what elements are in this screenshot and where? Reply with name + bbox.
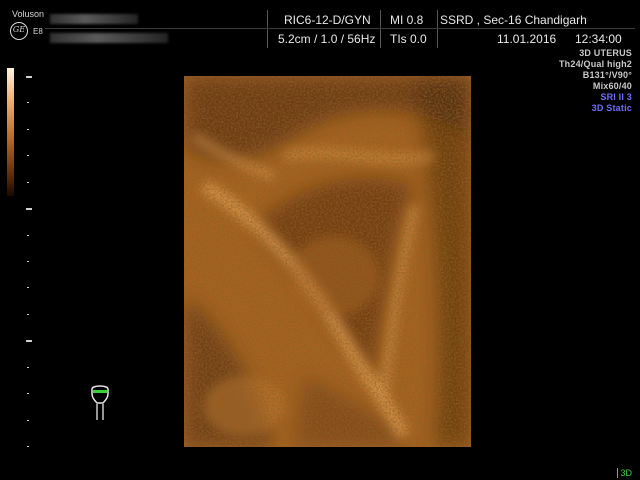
info-line-sri: SRI II 3	[600, 92, 632, 102]
patient-id-redacted	[50, 33, 168, 43]
exam-time: 12:34:00	[575, 32, 622, 46]
location-label: SSRD , Sec-16 Chandigarh	[440, 13, 587, 27]
depth-scale-tick	[27, 393, 29, 394]
exam-date: 11.01.2016	[497, 32, 557, 46]
info-line-mix: Mix60/40	[592, 81, 632, 91]
depth-scale-tick	[27, 420, 29, 421]
patient-name-redacted	[50, 14, 138, 24]
divider	[380, 10, 381, 48]
ge-logo-text: GE	[12, 25, 26, 34]
depth-scale-tick	[27, 287, 29, 288]
model-label: E8	[33, 27, 43, 36]
brand-label: Voluson	[12, 9, 45, 19]
divider	[437, 10, 438, 48]
depth-scale-tick	[26, 76, 32, 78]
depth-scale-tick	[27, 446, 29, 447]
depth-scale-tick	[26, 340, 32, 342]
info-line-mode: 3D Static	[591, 103, 632, 113]
depth-scale-tick	[27, 314, 29, 315]
depth-scale-tick	[27, 129, 29, 130]
acquisition-info-panel: 3D UTERUS Th24/Qual high2 B131°/V90° Mix…	[559, 48, 632, 114]
mode-3d-badge: 3D	[617, 468, 632, 478]
depth-scale-tick	[27, 367, 29, 368]
uterus-3d-image	[184, 76, 471, 447]
depth-scale-tick	[27, 155, 29, 156]
probe-label: RIC6-12-D/GYN	[284, 13, 371, 27]
greyscale-colour-bar	[7, 68, 14, 196]
depth-scale-tick	[26, 208, 32, 210]
header-bar: Voluson GE E8 RIC6-12-D/GYN MI 0.8 SSRD …	[0, 0, 640, 50]
probe-orientation-icon	[91, 385, 109, 420]
depth-frequency: 5.2cm / 1.0 / 56Hz	[278, 32, 376, 46]
depth-scale-tick	[27, 235, 29, 236]
depth-scale-tick	[27, 261, 29, 262]
mi-value: MI 0.8	[390, 13, 424, 27]
depth-scale-tick	[27, 182, 29, 183]
divider	[267, 10, 268, 48]
ultrasound-rendering[interactable]	[184, 76, 471, 447]
info-line-angle: B131°/V90°	[582, 70, 632, 80]
depth-scale-tick	[27, 102, 29, 103]
header-rule	[45, 28, 635, 29]
info-line-thickness: Th24/Qual high2	[558, 59, 632, 69]
info-line-preset: 3D UTERUS	[579, 48, 632, 58]
depth-scale	[26, 76, 34, 447]
tis-value: TIs 0.0	[390, 32, 427, 46]
ge-logo-icon: GE	[10, 22, 28, 40]
